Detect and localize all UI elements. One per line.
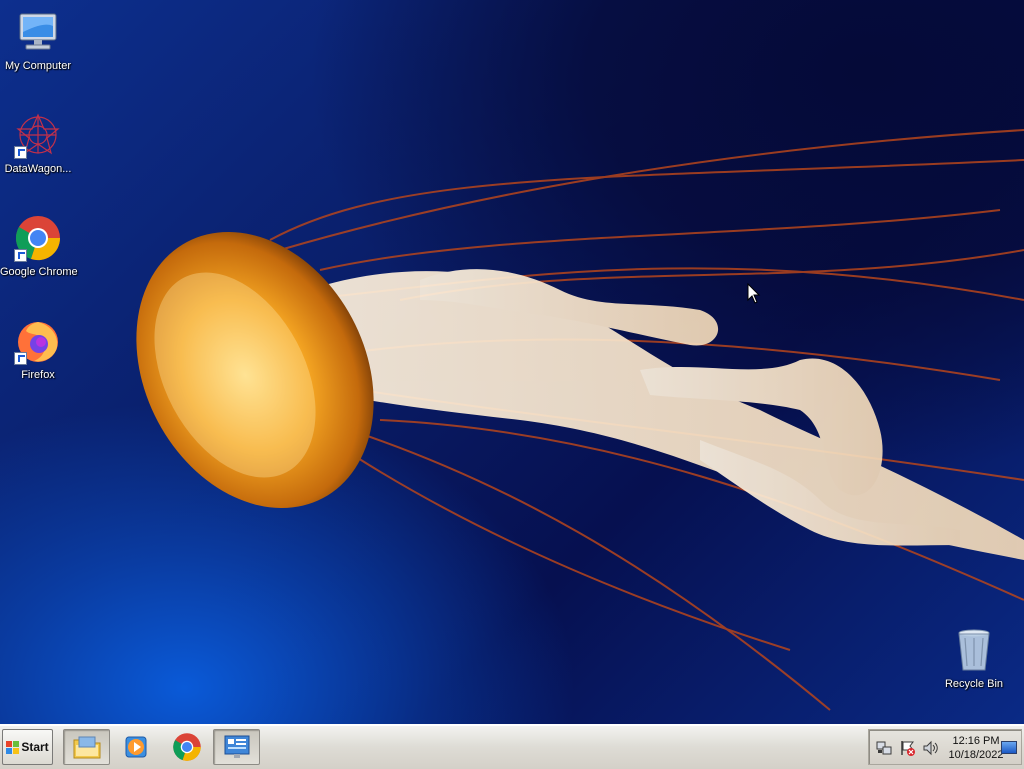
taskbar-chrome-button[interactable]: [163, 729, 210, 765]
folder-icon: [73, 736, 100, 759]
windows-logo-icon: [6, 740, 20, 754]
trash-icon: [950, 626, 998, 674]
notification-area: 12:16 PM 10/18/2022: [868, 729, 1022, 765]
shortcut-arrow-icon: [14, 352, 27, 365]
icon-label: Google Chrome: [0, 266, 78, 278]
icon-label: My Computer: [4, 60, 72, 72]
computer-icon: [14, 8, 62, 56]
datawagon-logo-icon: [14, 111, 62, 159]
show-desktop-button[interactable]: [1001, 741, 1017, 754]
jellyfish-wallpaper: [136, 129, 1024, 711]
taskbar-media-player-button[interactable]: [113, 729, 160, 765]
icon-label: Firefox: [21, 369, 55, 381]
system-clock[interactable]: 12:16 PM 10/18/2022: [946, 734, 1006, 762]
start-label: Start: [21, 740, 49, 754]
firefox-logo-icon: [14, 317, 62, 365]
firefox-icon[interactable]: Firefox: [0, 317, 76, 381]
taskbar-explorer-button[interactable]: [63, 729, 110, 765]
network-icon[interactable]: [875, 739, 893, 757]
clock-time: 12:16 PM: [952, 735, 1000, 747]
desktop[interactable]: My Computer DataWagon... Google Chrome F…: [0, 0, 1024, 724]
shortcut-arrow-icon: [14, 146, 27, 159]
control-panel-icon: [224, 735, 249, 758]
volume-icon[interactable]: [922, 739, 940, 757]
taskbar-control-panel-button[interactable]: [213, 729, 260, 765]
action-center-icon[interactable]: [899, 739, 917, 757]
icon-label: Recycle Bin: [944, 678, 1004, 690]
my-computer-icon[interactable]: My Computer: [0, 8, 76, 72]
chrome-icon: [14, 214, 62, 262]
clock-date: 10/18/2022: [948, 749, 1004, 761]
recycle-bin-icon[interactable]: Recycle Bin: [936, 626, 1012, 690]
shortcut-arrow-icon: [14, 249, 27, 262]
taskbar: Start 12:16 PM 10/18/2022: [0, 724, 1024, 769]
mouse-pointer-icon: [747, 283, 761, 304]
media-player-icon: [125, 736, 146, 758]
google-chrome-icon[interactable]: Google Chrome: [0, 214, 78, 278]
datawagon-icon[interactable]: DataWagon...: [0, 111, 76, 175]
icon-label: DataWagon...: [4, 163, 72, 175]
chrome-icon: [172, 733, 201, 761]
start-button[interactable]: Start: [2, 729, 53, 765]
